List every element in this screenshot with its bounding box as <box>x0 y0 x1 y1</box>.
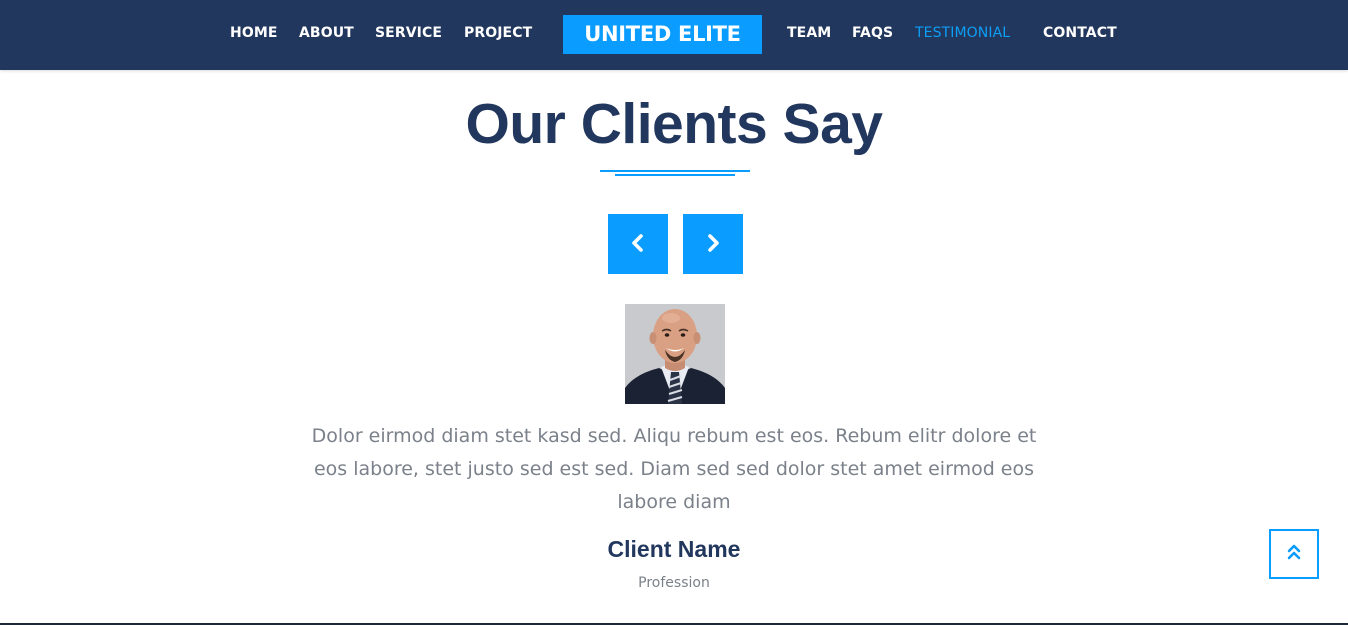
back-to-top-button[interactable] <box>1269 529 1319 579</box>
client-name: Client Name <box>607 536 741 562</box>
double-chevron-up-icon <box>1287 543 1301 566</box>
title-divider-bottom <box>615 174 735 176</box>
nav-faqs-link[interactable]: FAQS <box>852 25 893 41</box>
brand-logo[interactable]: UNITED ELITE <box>563 15 762 54</box>
nav-home-link[interactable]: HOME <box>230 25 278 41</box>
client-profession: Profession <box>638 575 710 591</box>
testimonial-text: Dolor eirmod diam stet kasd sed. Aliqu r… <box>311 425 1037 513</box>
nav-about-link[interactable]: ABOUT <box>299 25 354 41</box>
chevron-right-icon <box>705 233 721 255</box>
nav-contact-link[interactable]: CONTACT <box>1043 25 1117 41</box>
chevron-left-icon <box>630 233 646 255</box>
section-title: Our Clients Say <box>465 92 883 156</box>
carousel-next-button[interactable] <box>683 214 743 274</box>
nav-service-link[interactable]: SERVICE <box>375 25 442 41</box>
nav-project-link[interactable]: PROJECT <box>464 25 532 41</box>
client-avatar <box>625 304 725 404</box>
title-divider-top <box>600 170 750 172</box>
nav-team-link[interactable]: TEAM <box>787 25 831 41</box>
nav-testimonial-link[interactable]: TESTIMONIAL <box>915 25 1010 41</box>
carousel-prev-button[interactable] <box>608 214 668 274</box>
navbar: HOME ABOUT SERVICE PROJECT UNITED ELITE … <box>0 0 1348 70</box>
